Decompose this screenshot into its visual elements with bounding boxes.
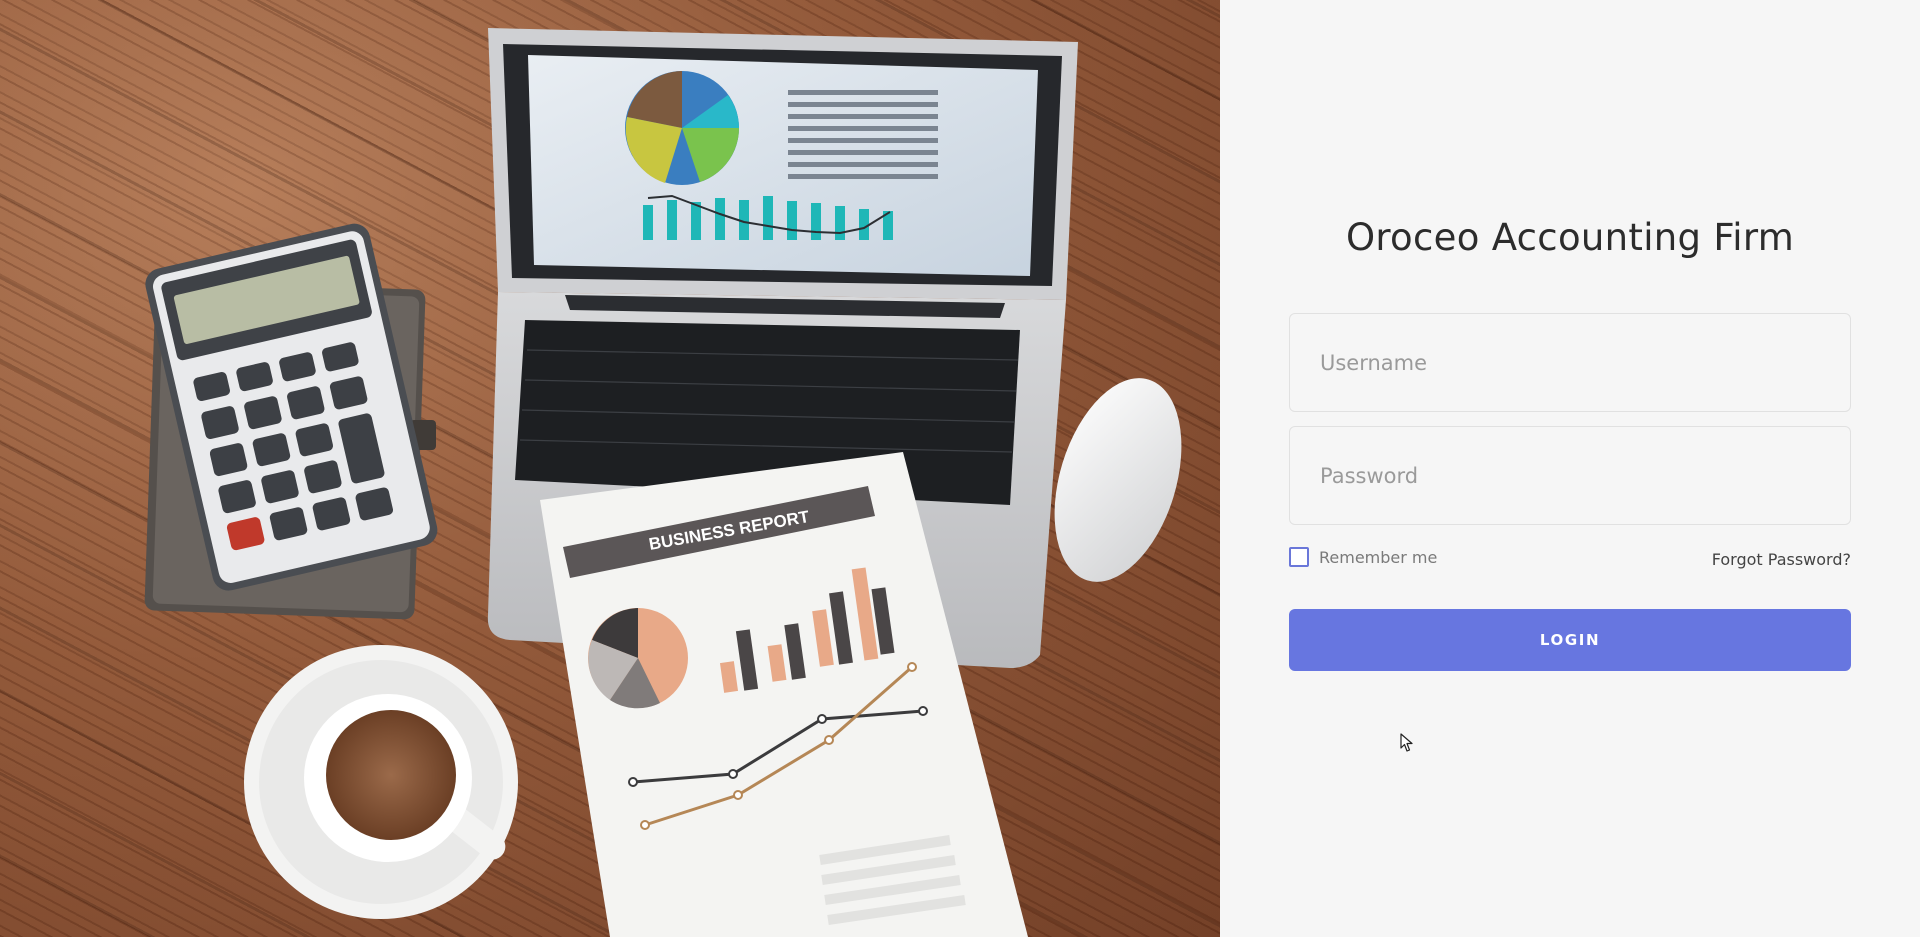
remember-me[interactable]: Remember me [1289,547,1437,567]
login-button[interactable]: LOGIN [1289,609,1851,671]
username-input[interactable] [1290,314,1850,411]
remember-me-label: Remember me [1319,547,1438,567]
page-title: Oroceo Accounting Firm [1345,216,1795,259]
forgot-password-link[interactable]: Forgot Password? [1712,550,1851,569]
login-form: Oroceo Accounting Firm Remember me Forgo… [1289,208,1851,671]
coffee-cup [244,645,518,919]
login-panel: Oroceo Accounting Firm Remember me Forgo… [1220,0,1920,937]
login-options: Remember me Forgot Password? [1289,545,1851,569]
desk-illustration: BUSINESS REPORT [144,28,1182,937]
hero-image: BUSINESS REPORT [0,0,1220,937]
password-input[interactable] [1290,427,1850,524]
login-page: BUSINESS REPORT Oroceo Accounting Firm U… [0,0,1920,937]
mouse-cursor-icon [1400,733,1413,752]
username-field [1289,313,1851,412]
password-field [1289,426,1851,525]
remember-me-checkbox[interactable] [1289,547,1309,567]
